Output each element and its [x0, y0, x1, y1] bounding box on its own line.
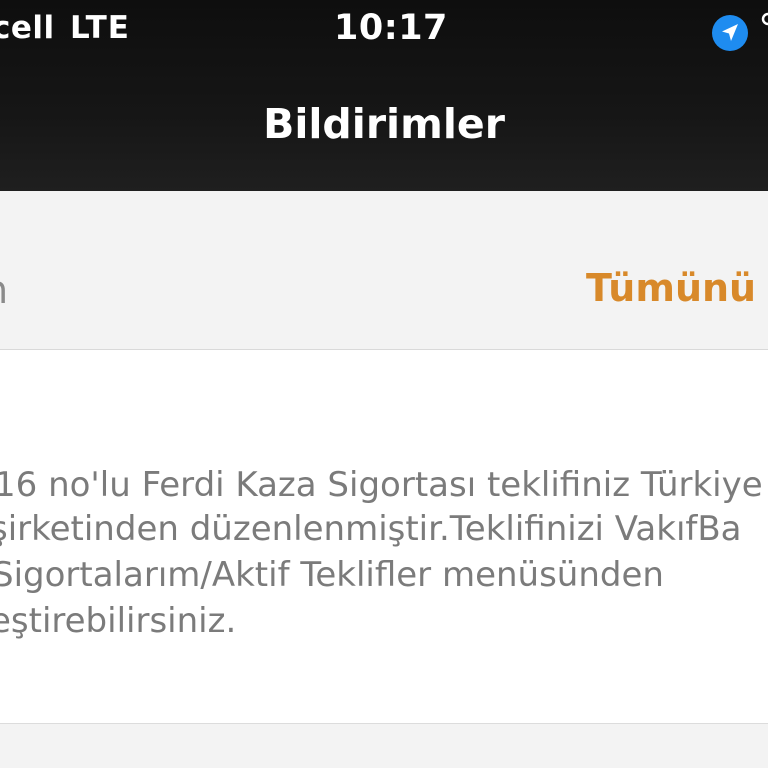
- notification-text-line-3: Sigortalarım/Aktif Teklifler menüsünden: [0, 555, 664, 595]
- mark-all-read-button[interactable]: Tümünü T: [586, 266, 768, 310]
- network-type-label: LTE: [70, 10, 130, 46]
- location-arrow-icon: [712, 15, 748, 51]
- page-title: Bildirimler: [263, 100, 505, 148]
- carrier-label: cell: [0, 10, 55, 46]
- notification-text-line-1: 16 no'lu Ferdi Kaza Sigortası teklifiniz…: [0, 465, 763, 505]
- list-background: [0, 724, 768, 768]
- clock-label: 10:17: [334, 8, 448, 48]
- notification-text-line-2: şirketinden düzenlenmiştir.Teklifinizi V…: [0, 509, 742, 549]
- toolbar-left-label: n: [0, 268, 8, 312]
- header-bar: cell LTE 10:17 Bildirimler: [0, 0, 768, 191]
- status-indicator-icon: [761, 12, 768, 26]
- notification-text-line-4: eştirebilirsiniz.: [0, 601, 237, 641]
- notification-item[interactable]: 16 no'lu Ferdi Kaza Sigortası teklifiniz…: [0, 350, 768, 724]
